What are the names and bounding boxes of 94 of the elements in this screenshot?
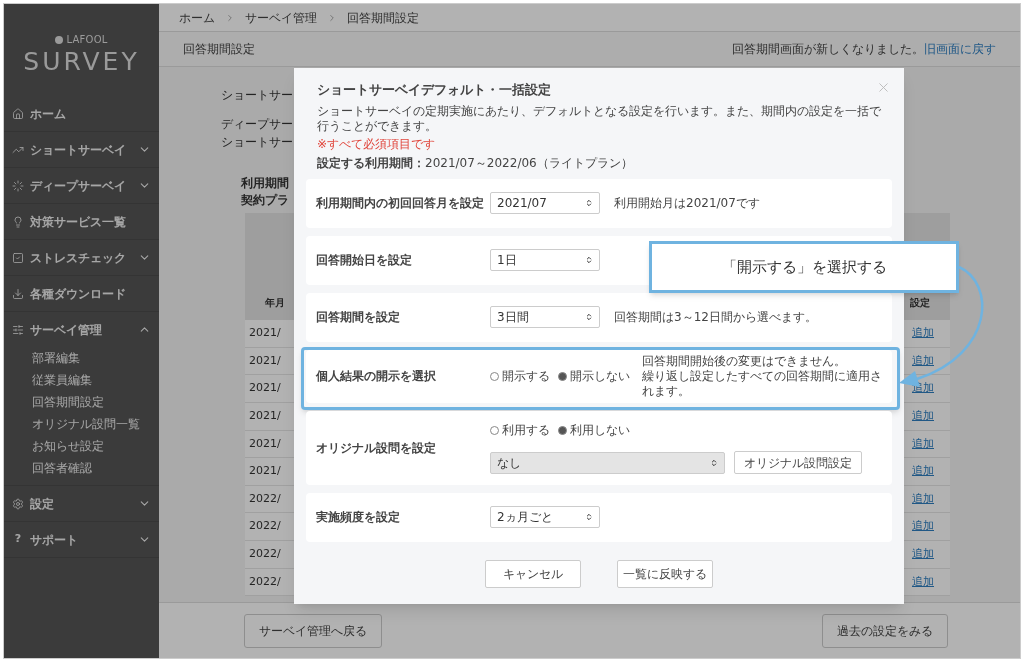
modal-description: ショートサーベイの定期実施にあたり、デフォルトとなる設定を行います。また、期間内の設定を一括で行うことができます。 (317, 103, 881, 134)
row-label: 個人結果の開示を選択 (316, 368, 437, 385)
add-link[interactable]: 追加 (912, 352, 934, 370)
radio-button[interactable] (558, 371, 567, 381)
add-link[interactable]: 追加 (912, 408, 934, 425)
row-label: 回答期間を設定 (316, 309, 401, 326)
breadcrumb-link[interactable]: ホーム (179, 8, 215, 27)
breadcrumb-link[interactable]: 回答期間設定 (347, 8, 419, 27)
sidebar-item[interactable]: 対策サービス一覧 (4, 204, 159, 239)
spinner-icon (12, 179, 24, 192)
table-cell: 2022/ (249, 546, 281, 563)
select-field[interactable]: 2021/07 (490, 192, 600, 214)
add-link[interactable]: 追加 (912, 573, 934, 591)
brand-logo-text: LAFOOL (66, 33, 108, 47)
required-note: ※すべて必須項目です (317, 135, 436, 153)
sidebar-item[interactable]: ホーム (4, 96, 159, 131)
modal-button[interactable]: キャンセル (485, 559, 581, 588)
select-field[interactable]: 1日 (490, 249, 600, 271)
product-logo-text: SURVEY (23, 49, 140, 74)
radio-option[interactable]: 開示する (490, 367, 550, 385)
sidebar-subitem[interactable]: 回答者確認 (4, 457, 159, 479)
download-icon (12, 287, 24, 300)
sidebar-subitem[interactable]: お知らせ設定 (4, 435, 159, 457)
table-cell: 2021/ (249, 380, 281, 397)
select-arrows-icon (585, 199, 593, 207)
gear-icon (12, 497, 24, 510)
breadcrumb-link[interactable]: サーベイ管理 (245, 8, 317, 27)
hint-text: 繰り返し設定したすべての回答期間に適用されます。 (642, 368, 882, 399)
table-cell: 2021/ (249, 463, 281, 480)
modal-button[interactable]: 一覧に反映する (617, 559, 713, 588)
sidebar-subitem[interactable]: オリジナル設問一覧 (4, 413, 159, 435)
column-header: 年月 (265, 296, 285, 311)
callout-text: 「開示する」を選択する (721, 256, 887, 278)
page-button[interactable]: 過去の設定をみる (822, 613, 948, 648)
table-cell-text: 2022/ (249, 573, 281, 590)
sidebar-subitem[interactable]: 部署編集 (4, 347, 159, 369)
breadcrumb-separator-icon (327, 12, 337, 23)
lightbulb-icon (12, 215, 24, 228)
page-button[interactable]: サーベイ管理へ戻る (244, 613, 382, 648)
sidebar-subitem[interactable]: 回答期間設定 (4, 391, 159, 413)
add-link[interactable]: 追加 (912, 546, 934, 563)
row-label: 利用期間内の初回回答月を設定 (316, 195, 485, 212)
radio-option[interactable]: 開示しない (558, 367, 630, 385)
modal-title: ショートサーベイデフォルト・一括設定 (317, 81, 551, 99)
question-mark-icon: ? (12, 531, 24, 548)
radio-button[interactable] (490, 371, 499, 381)
notice-link[interactable]: 旧画面に戻す (924, 40, 996, 58)
hint-text: 回答期間は3～12日間から選べます。 (614, 309, 817, 325)
page-title: 回答期間設定 (183, 41, 256, 58)
table-cell: 2021/ (249, 408, 281, 425)
sidebar-subitem[interactable]: 従業員編集 (4, 369, 159, 391)
period-label: 設定する利用期間： (317, 154, 425, 172)
column-header: 設定 (910, 296, 930, 311)
period-text: 2021/07～2022/06（ライトプラン） (425, 154, 633, 172)
sidebar-item[interactable]: ディープサーベイ (4, 168, 159, 203)
sidebar-item[interactable]: 設定 (4, 486, 159, 521)
select-field[interactable]: 3日間 (490, 306, 600, 328)
plan-text: 契約プラ (241, 192, 289, 209)
select-arrows-icon (585, 513, 593, 521)
row-label: オリジナル設問を設定 (316, 439, 437, 457)
sidebar-item[interactable]: サーベイ管理 (4, 312, 159, 347)
add-link[interactable]: 追加 (912, 518, 934, 535)
select-arrows-icon (585, 313, 593, 321)
row-label: 回答開始日を設定 (316, 252, 413, 269)
select-arrows-icon (710, 458, 718, 467)
sidebar-item[interactable]: ストレスチェック (4, 240, 159, 275)
sidebar-item[interactable]: ? サポート (4, 522, 159, 557)
close-icon[interactable] (876, 80, 891, 95)
description-text: ディープサー (221, 116, 293, 134)
breadcrumb-separator-icon (225, 12, 235, 23)
table-cell: 2022/ (249, 518, 281, 535)
add-link[interactable]: 追加 (912, 325, 934, 342)
table-cell: 2021/ (249, 325, 281, 342)
sidebar-item[interactable]: 各種ダウンロード (4, 276, 159, 311)
hint-text: 利用開始月は2021/07です (614, 195, 760, 211)
add-link[interactable]: 追加 (912, 490, 934, 508)
checkbox-icon (12, 251, 24, 264)
add-link[interactable]: 追加 (912, 463, 934, 480)
table-cell-text: 2021/ (249, 435, 281, 452)
table-cell-text: 2021/ (249, 352, 281, 369)
select-field[interactable]: 2ヵ月ごと (490, 506, 600, 528)
description-text: ショートサー (221, 133, 293, 151)
hint-text: 回答期間開始後の変更はできません。 (642, 353, 846, 369)
logo-dot-icon (55, 35, 64, 44)
select-arrows-icon (585, 256, 593, 264)
plan-text: 利用期間 (241, 174, 289, 192)
notice-text: 回答期間画面が新しくなりました。 (732, 41, 924, 58)
sidebar-item[interactable]: ショートサーベイ (4, 132, 159, 167)
row-label: 実施頻度を設定 (316, 509, 401, 526)
table-cell-text: 2022/ (249, 490, 281, 507)
add-link[interactable]: 追加 (912, 435, 934, 453)
home-icon (12, 107, 24, 120)
sliders-icon (12, 323, 24, 336)
description-text: ショートサー (221, 87, 293, 104)
